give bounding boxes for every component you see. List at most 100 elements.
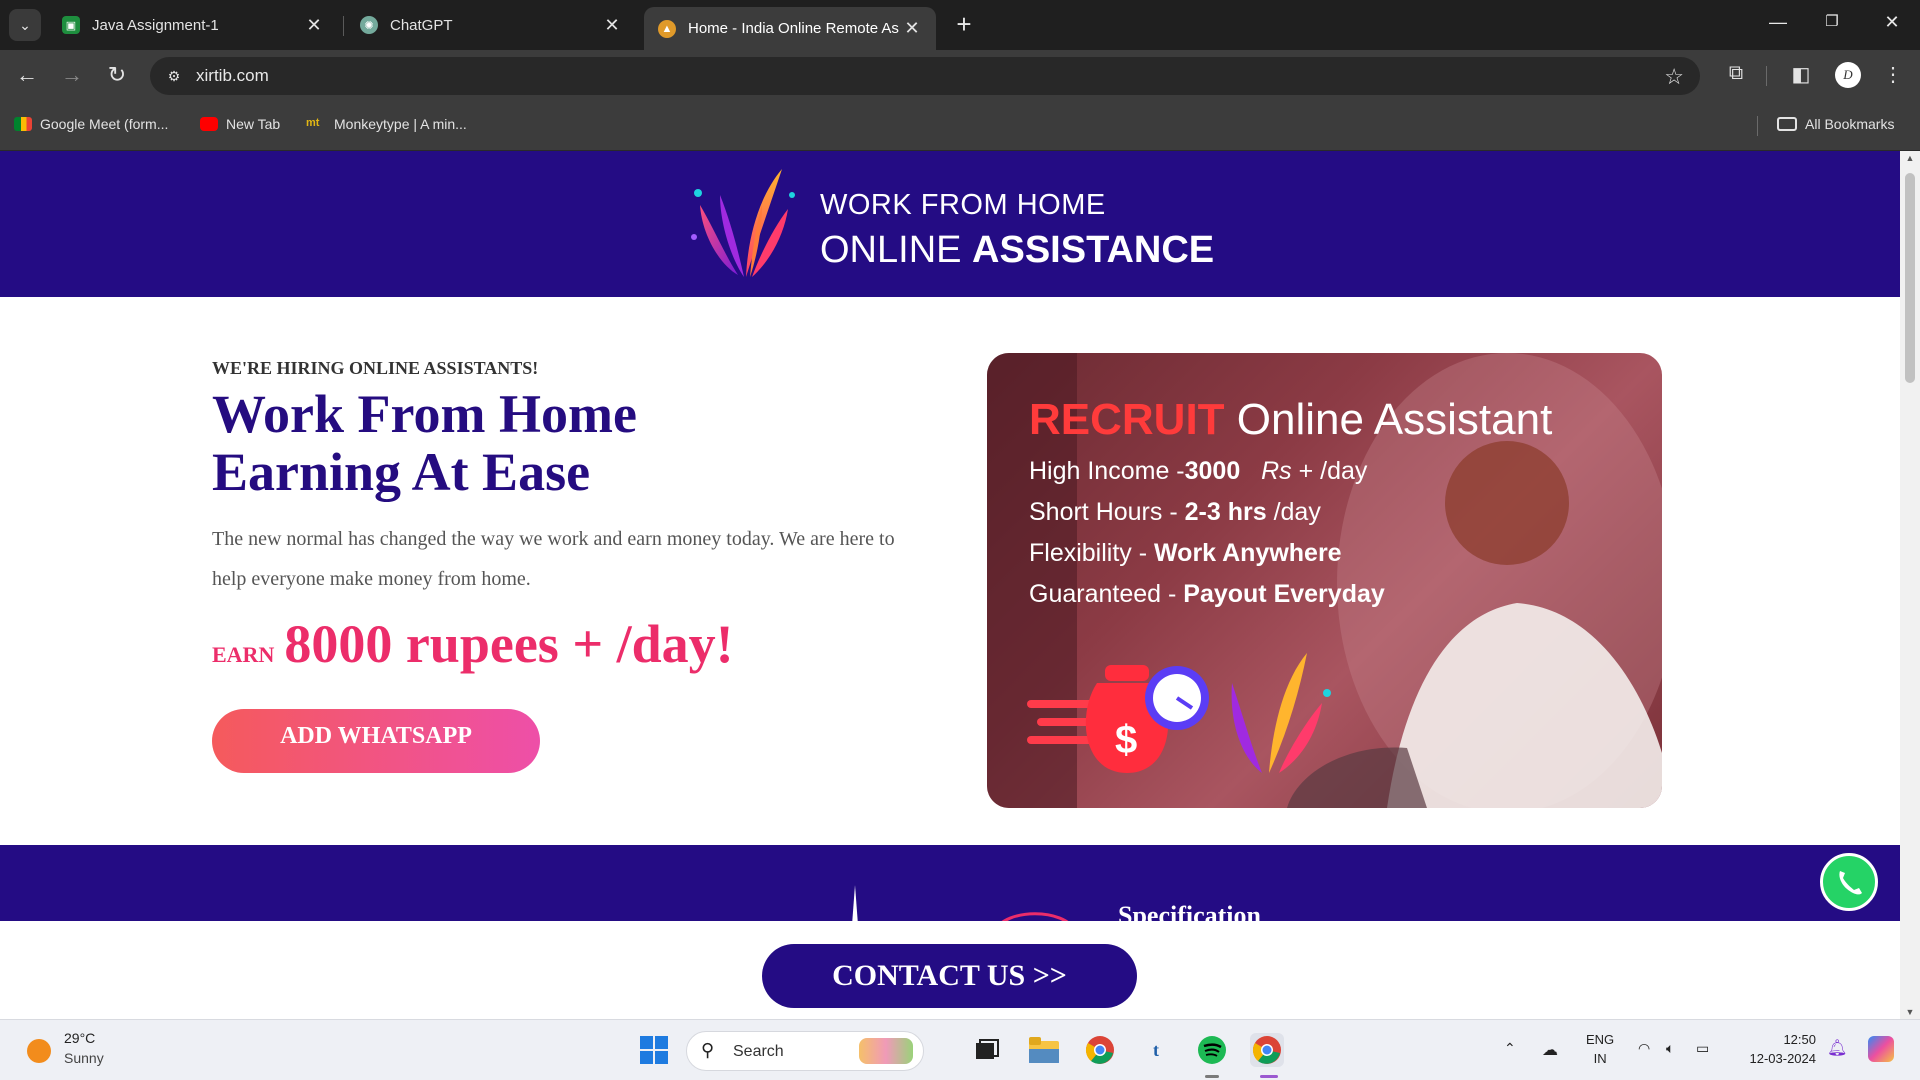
extensions-icon[interactable]: ⧉ bbox=[1722, 62, 1750, 85]
weather-temperature[interactable]: 29°C bbox=[64, 1030, 95, 1046]
browser-toolbar: ← → ↻ ⚙ xirtib.com ☆ ⧉ ◧ ⋮ bbox=[0, 50, 1920, 100]
meet-icon bbox=[14, 117, 32, 131]
language-code: ENG bbox=[1586, 1032, 1615, 1047]
tower-icon bbox=[852, 885, 858, 925]
profile-avatar[interactable]: D bbox=[1835, 62, 1861, 88]
search-highlight-icon bbox=[859, 1038, 913, 1064]
tab-java-assignment[interactable]: ▣ Java Assignment-1 ✕ bbox=[48, 7, 338, 43]
language-indicator[interactable]: ENG IN bbox=[1586, 1030, 1614, 1068]
bookmark-google-meet[interactable]: Google Meet (form... bbox=[14, 116, 168, 132]
svg-text:$: $ bbox=[1115, 718, 1137, 762]
headline-line: Work From Home bbox=[212, 384, 637, 444]
logo-title-bold: ASSISTANCE bbox=[972, 229, 1215, 271]
clock-date: 12-03-2024 bbox=[1749, 1051, 1817, 1066]
promo-line-flexibility: Flexibility - Work Anywhere bbox=[1029, 539, 1342, 568]
tab-search-button[interactable]: ⌄ bbox=[9, 9, 41, 41]
tab-title: Home - India Online Remote As bbox=[688, 20, 899, 37]
bookmark-label: Monkeytype | A min... bbox=[334, 116, 467, 132]
chevron-up-icon[interactable]: ⌃ bbox=[1504, 1040, 1516, 1057]
volume-icon[interactable]: 🔈︎ bbox=[1666, 1040, 1674, 1057]
chrome-profile-icon[interactable] bbox=[1250, 1033, 1284, 1067]
logo-title-regular: ONLINE bbox=[820, 229, 962, 271]
bookmarks-bar: Google Meet (form... New Tab mt Monkeyty… bbox=[0, 100, 1920, 151]
site-icon: ▲ bbox=[658, 19, 676, 38]
wifi-icon[interactable]: ◠ bbox=[1638, 1040, 1650, 1057]
site-settings-icon[interactable]: ⚙ bbox=[164, 66, 184, 86]
battery-icon[interactable]: ▭ bbox=[1696, 1040, 1709, 1057]
bookmark-new-tab[interactable]: New Tab bbox=[200, 116, 280, 132]
promo-suffix: + /day bbox=[1298, 457, 1368, 485]
promo-label: High Income - bbox=[1029, 457, 1185, 485]
restore-icon[interactable]: ❐ bbox=[1820, 12, 1844, 30]
earn-callout: EARN 8000 rupees + /day! bbox=[212, 613, 734, 675]
window-close-icon[interactable]: ✕ bbox=[1880, 12, 1904, 33]
notification-bell-icon[interactable]: 🔔︎ bbox=[1827, 1038, 1847, 1058]
onedrive-cloud-icon[interactable]: ☁ bbox=[1542, 1040, 1558, 1060]
chevron-down-icon: ⌄ bbox=[19, 16, 31, 33]
hero-intro: The new normal has changed the way we wo… bbox=[212, 528, 895, 590]
classroom-icon: ▣ bbox=[62, 16, 80, 34]
tab-divider bbox=[343, 16, 344, 36]
spotify-icon[interactable] bbox=[1195, 1033, 1229, 1067]
back-arrow-icon[interactable]: ← bbox=[14, 63, 40, 89]
bookmark-label: Google Meet (form... bbox=[40, 116, 169, 132]
scroll-up-arrow-icon[interactable]: ▲ bbox=[1904, 153, 1916, 163]
address-bar[interactable]: ⚙ xirtib.com ☆ bbox=[150, 57, 1700, 95]
bookmark-star-icon[interactable]: ☆ bbox=[1664, 64, 1684, 90]
logo-title: ONLINE ASSISTANCE bbox=[820, 229, 1214, 272]
promo-label: Flexibility - bbox=[1029, 539, 1148, 567]
menu-kebab-icon[interactable]: ⋮ bbox=[1879, 62, 1907, 87]
task-view-icon[interactable] bbox=[970, 1033, 1004, 1067]
contact-us-button[interactable]: CONTACT US >> bbox=[762, 944, 1137, 1008]
active-indicator bbox=[1260, 1075, 1278, 1078]
windows-start-icon[interactable] bbox=[637, 1033, 671, 1067]
side-panel-icon[interactable]: ◧ bbox=[1787, 62, 1815, 87]
system-clock[interactable]: 12:50 12-03-2024 bbox=[1738, 1030, 1817, 1068]
search-icon: ⚲ bbox=[701, 1040, 715, 1060]
tab-chatgpt[interactable]: ✺ ChatGPT ✕ bbox=[346, 7, 636, 43]
region-code: IN bbox=[1593, 1051, 1607, 1066]
close-icon[interactable]: ✕ bbox=[902, 18, 922, 39]
monkeytype-icon: mt bbox=[306, 117, 320, 129]
folder-icon bbox=[1777, 117, 1797, 131]
running-indicator bbox=[1205, 1075, 1219, 1078]
whatsapp-float-icon[interactable] bbox=[1820, 853, 1878, 911]
taskbar-search[interactable]: ⚲ Search bbox=[686, 1031, 924, 1071]
all-bookmarks-label: All Bookmarks bbox=[1805, 116, 1895, 132]
headline-line: Earning At Ease bbox=[212, 442, 591, 502]
close-icon[interactable]: ✕ bbox=[304, 15, 324, 36]
minimize-icon[interactable]: — bbox=[1766, 12, 1790, 33]
youtube-icon bbox=[200, 117, 218, 131]
tumblr-icon[interactable]: t bbox=[1139, 1033, 1173, 1067]
tab-strip: ⌄ ▣ Java Assignment-1 ✕ ✺ ChatGPT ✕ ▲ Ho… bbox=[0, 0, 1920, 50]
clock-time: 12:50 bbox=[1783, 1032, 1816, 1047]
recruit-promo-banner[interactable]: $ RECRUIT Online Assistant High Income -… bbox=[987, 353, 1662, 808]
file-explorer-icon[interactable] bbox=[1027, 1033, 1061, 1067]
site-header: WORK FROM HOME ONLINE ASSISTANCE bbox=[0, 151, 1900, 297]
promo-title-rest: Online Assistant bbox=[1236, 395, 1553, 444]
new-tab-button[interactable]: + bbox=[950, 11, 978, 39]
bookmark-monkeytype[interactable]: mt Monkeytype | A min... bbox=[306, 116, 467, 132]
site-logo-icon[interactable] bbox=[690, 165, 800, 283]
scrollbar-thumb[interactable] bbox=[1905, 173, 1915, 383]
whatsapp-phone-icon bbox=[1839, 871, 1862, 895]
forward-arrow-icon[interactable]: → bbox=[59, 63, 85, 89]
weather-condition[interactable]: Sunny bbox=[64, 1050, 104, 1066]
reload-icon[interactable]: ↻ bbox=[104, 63, 130, 89]
sun-icon[interactable] bbox=[27, 1039, 51, 1063]
promo-line-guaranteed: Guaranteed - Payout Everyday bbox=[1029, 580, 1385, 609]
url-text[interactable]: xirtib.com bbox=[196, 66, 269, 86]
all-bookmarks-button[interactable]: All Bookmarks bbox=[1777, 116, 1894, 132]
page-scrollbar[interactable]: ▲ ▼ bbox=[1900, 151, 1920, 1019]
scroll-down-arrow-icon[interactable]: ▼ bbox=[1904, 1007, 1916, 1017]
logo-tagline: WORK FROM HOME bbox=[820, 189, 1106, 221]
chatgpt-icon: ✺ bbox=[360, 16, 378, 34]
close-icon[interactable]: ✕ bbox=[602, 15, 622, 36]
tab-home-india-online[interactable]: ▲ Home - India Online Remote As ✕ bbox=[644, 7, 936, 50]
chrome-icon[interactable] bbox=[1083, 1033, 1117, 1067]
copilot-icon[interactable] bbox=[1868, 1036, 1894, 1062]
promo-unit: Rs bbox=[1261, 457, 1292, 485]
promo-title-highlight: RECRUIT bbox=[1029, 395, 1225, 444]
promo-label: Short Hours - bbox=[1029, 498, 1178, 526]
add-whatsapp-button[interactable]: ADD WHATSAPP bbox=[212, 709, 540, 773]
